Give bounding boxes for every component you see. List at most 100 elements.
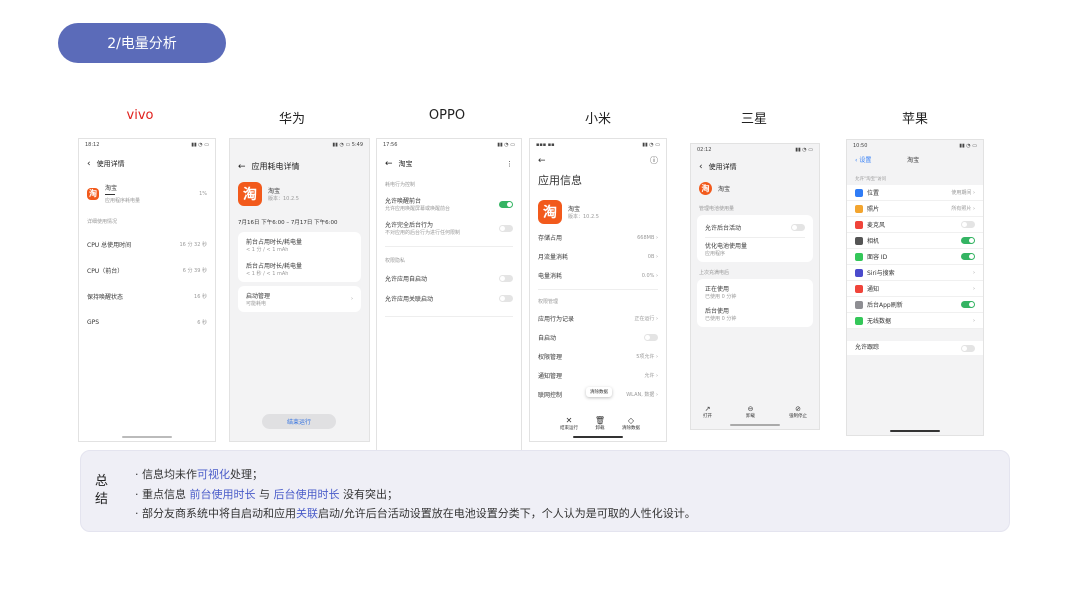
row-label: GPS: [87, 318, 100, 326]
page-title: 使用详情: [96, 160, 125, 168]
ios-permission-row[interactable]: 后台App刷新: [847, 297, 983, 313]
usage-card: 正在使用 已使用 0 分钟 后台使用 已使用 0 分钟: [697, 279, 813, 327]
info-icon[interactable]: ⓘ: [650, 155, 658, 166]
status-icons: ▮▮ ◔ ▭: [332, 142, 352, 148]
ios-permission-row[interactable]: 面容 ID: [847, 249, 983, 265]
close-icon: ✕: [565, 416, 573, 425]
row-label: CPU 总使用时间: [87, 241, 132, 249]
back-arrow-icon[interactable]: ‹: [699, 162, 703, 172]
row-left: 通知: [855, 284, 879, 293]
status-bar: ▪▪▪ ▪▪ ▮▮ ◔ ▭: [530, 139, 666, 151]
date-range: 7月16日 下午6:00 – 7月17日 下午6:00: [238, 220, 338, 226]
more-icon[interactable]: ⋮: [506, 160, 513, 168]
background-activity-setting[interactable]: 允许后台活动: [705, 220, 805, 234]
list-item[interactable]: 应用行为记录 正在运行 ›: [530, 309, 666, 328]
list-item[interactable]: 存储占用 668MB ›: [530, 228, 666, 247]
list-item: CPU（前台） 6 分 39 秒: [79, 257, 215, 283]
list-item[interactable]: 电量消耗 0.0% ›: [530, 266, 666, 285]
back-arrow-icon[interactable]: ‹: [87, 159, 91, 169]
open-button[interactable]: ↗ 打开: [703, 405, 712, 419]
bg-toggle[interactable]: [499, 224, 513, 232]
background-behavior-setting[interactable]: 允许完全后台行为 不对应用的后台行为进行任何限制: [377, 216, 521, 240]
back-arrow-icon[interactable]: ←: [385, 159, 393, 169]
back-arrow-icon[interactable]: ←: [538, 156, 546, 166]
row-label: 通知管理: [538, 373, 563, 380]
row-left: 无线数据: [855, 316, 891, 325]
permission-list: 位置 使用期间 › 照片 所有照片 › 麦克风 相机 面容 ID Siri与搜索 › 通知 › 后…: [847, 185, 983, 329]
permission-toggle[interactable]: [961, 253, 975, 260]
section-header: 允许"淘宝"访问: [855, 177, 887, 182]
row-value: 正在运行 ›: [634, 316, 658, 322]
ios-permission-row[interactable]: 照片 所有照片 ›: [847, 201, 983, 217]
self-start-setting[interactable]: 允许应用自启动: [377, 268, 521, 288]
eraser-icon: ◇: [627, 416, 635, 425]
row-label: 面容 ID: [867, 254, 888, 261]
row-left: 后台App刷新: [855, 300, 903, 309]
header: ‹ 使用详情: [79, 155, 215, 173]
brand-oppo: OPPO: [428, 108, 466, 123]
vivo-screenshot: 18:12 ▮▮ ◔ ▭ ‹ 使用详情 淘 淘宝 应用程序耗电量 1% 详细使用情…: [78, 138, 216, 442]
divider: [385, 316, 513, 317]
status-icons: ▮▮ ◔ ▭: [642, 142, 660, 148]
optimize-battery-item[interactable]: 优化电池使用量 应用程序: [705, 241, 805, 257]
row-value: 6 秒: [197, 319, 207, 326]
taobao-app-icon: 淘: [699, 182, 712, 195]
summary-points: · 信息均未作可视化处理； · 重点信息 前台使用时长 与 后台使用时长 没有突…: [135, 465, 696, 524]
row-label: 自启动: [538, 335, 557, 342]
ios-permission-row[interactable]: 通知 ›: [847, 281, 983, 297]
fg-label: 正在使用: [705, 286, 730, 293]
back-arrow-icon[interactable]: ←: [238, 162, 246, 172]
ios-permission-row[interactable]: 无线数据 ›: [847, 313, 983, 329]
status-bar: 17:56 ▮▮ ◔ ▭: [377, 139, 521, 151]
samsung-screenshot: 02:12 ▮▮ ◔ ▭ ‹ 使用详情 淘 淘宝 管理电池使用量 允许后台活动 优…: [690, 143, 820, 430]
end-task-button[interactable]: 结束运行: [262, 414, 336, 429]
force-stop-button[interactable]: ⊘ 强制停止: [789, 405, 807, 419]
ios-permission-row[interactable]: 位置 使用期间 ›: [847, 185, 983, 201]
list-item[interactable]: 月流量消耗 0B ›: [530, 247, 666, 266]
wake-front-setting[interactable]: 允许唤醒前台 允许应用唤醒屏幕或唤醒前台: [377, 192, 521, 216]
permission-toggle[interactable]: [961, 301, 975, 308]
list-item[interactable]: 自启动: [530, 328, 666, 347]
self-start-toggle[interactable]: [499, 274, 513, 282]
app-row: 淘 淘宝 版本：10.2.5: [230, 182, 369, 206]
status-time: 5:49: [351, 142, 363, 148]
opt-label: 优化电池使用量: [705, 243, 748, 250]
row-left: 面容 ID: [855, 252, 887, 261]
assoc-start-label: 允许应用关联启动: [385, 295, 434, 303]
ios-permission-row[interactable]: 相机: [847, 233, 983, 249]
back-button[interactable]: ‹ 设置: [855, 155, 871, 164]
associated-start-setting[interactable]: 允许应用关联启动: [377, 288, 521, 308]
row-left: 麦克风: [855, 220, 885, 229]
row-left: 位置: [855, 188, 879, 197]
tracking-toggle[interactable]: [961, 344, 975, 352]
list-item[interactable]: 权限管理 5项允许 ›: [530, 347, 666, 366]
page-title: 应用信息: [538, 174, 582, 187]
divider: [538, 289, 658, 290]
autostart-toggle[interactable]: [644, 334, 658, 341]
end-task-button[interactable]: ✕ 结束运行: [560, 416, 578, 431]
row-value: 0B ›: [647, 253, 658, 260]
page-title: 淘宝: [398, 160, 413, 168]
home-indicator: [890, 430, 940, 432]
brand-vivo: vivo: [126, 108, 154, 123]
row-value: 16 秒: [194, 293, 207, 300]
uninstall-button[interactable]: 🗑 卸载: [595, 416, 605, 431]
permission-toggle[interactable]: [961, 221, 975, 228]
ios-permission-row[interactable]: 麦克风: [847, 217, 983, 233]
wake-toggle[interactable]: [499, 200, 513, 208]
tracking-setting[interactable]: 允许跟踪: [847, 341, 983, 355]
permission-toggle[interactable]: [961, 237, 975, 244]
status-icons: ▮▮ ◔ ▭: [497, 142, 515, 148]
row-value: ›: [973, 269, 975, 276]
list-item[interactable]: 通知管理 允许 ›: [530, 366, 666, 385]
uninstall-button[interactable]: ⊖ 卸载: [746, 405, 755, 419]
row-label: 麦克风: [867, 222, 886, 229]
app-row: 淘 淘宝 版本：10.2.5: [530, 200, 666, 224]
bg-toggle[interactable]: [791, 223, 805, 231]
ios-permission-row[interactable]: Siri与搜索 ›: [847, 265, 983, 281]
bottom-actions: ↗ 打开 ⊖ 卸载 ⊘ 强制停止: [703, 405, 807, 419]
brand-huawei: 华为: [278, 112, 305, 127]
clear-data-button[interactable]: ◇ 清除数据: [622, 416, 640, 431]
launch-management-item[interactable]: 启动管理 可能耗电 ›: [238, 286, 361, 312]
assoc-start-toggle[interactable]: [499, 294, 513, 302]
